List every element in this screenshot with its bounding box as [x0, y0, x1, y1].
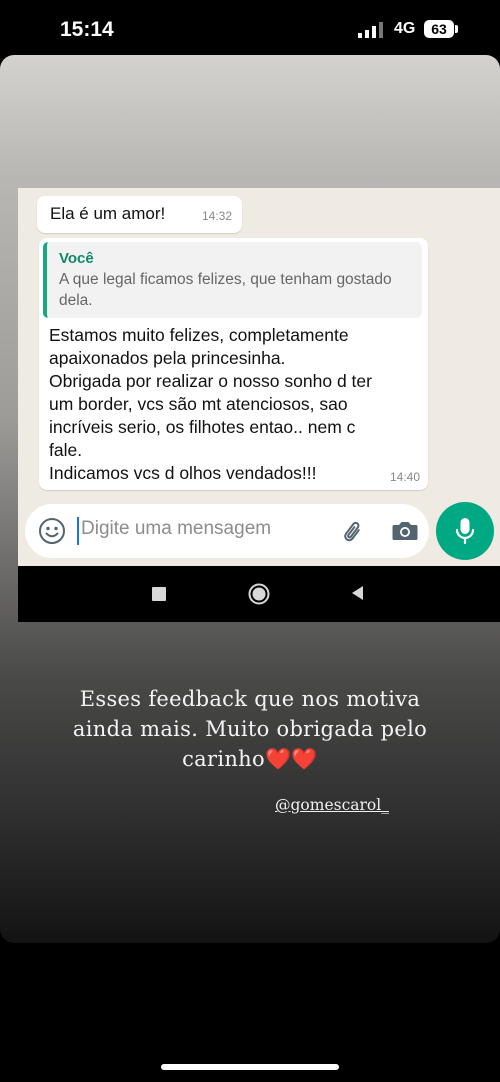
mention-tag[interactable]: @gomescarol_ [275, 796, 389, 814]
status-time: 15:14 [60, 18, 114, 41]
message-text: Ela é um amor! [50, 204, 166, 223]
paperclip-icon[interactable] [339, 518, 367, 546]
battery-icon: 63 [424, 20, 454, 38]
caption-text: carinho [182, 747, 265, 771]
home-indicator[interactable] [161, 1064, 339, 1070]
message-line: incríveis serio, os filhotes entao.. nem… [49, 417, 356, 437]
mic-button[interactable] [436, 502, 494, 560]
caption-line: Esses feedback que nos motiva [79, 687, 421, 711]
emoji-icon[interactable] [38, 517, 66, 545]
quote-author: Você [59, 250, 94, 267]
message-time: 14:40 [389, 470, 420, 484]
message-line: fale. [49, 440, 83, 460]
story-caption: Esses feedback que nos motiva ainda mais… [0, 684, 500, 774]
android-nav-bar [18, 566, 500, 622]
caption-line: ainda mais. Muito obrigada pelo [72, 717, 428, 741]
message-line: Indicamos vcs d olhos vendados!!! [49, 463, 317, 483]
message-bubble: Você A que legal ficamos felizes, que te… [39, 238, 428, 490]
signal-icon [358, 22, 386, 38]
quote-text: A que legal ficamos felizes, que tenham … [59, 271, 392, 309]
message-line: apaixonados pela princesinha. [49, 348, 286, 368]
message-line: Obrigada por realizar o nosso sonho d te… [49, 371, 372, 391]
message-time: 14:32 [201, 209, 232, 223]
message-input[interactable] [81, 518, 311, 540]
network-type: 4G [394, 20, 416, 37]
microphone-icon [453, 516, 477, 546]
heart-emoji: ❤️❤️ [264, 747, 318, 771]
chat-screenshot: Ela é um amor! 14:32 Você A que legal fi… [18, 188, 500, 566]
home-button[interactable] [248, 583, 270, 605]
camera-icon[interactable] [391, 519, 419, 543]
message-bubble: Ela é um amor! 14:32 [37, 196, 242, 233]
message-line: um border, vcs são mt atenciosos, sao [49, 394, 348, 414]
back-button[interactable] [349, 584, 365, 602]
recents-button[interactable] [152, 587, 166, 601]
message-text: Estamos muito felizes, completamente apa… [49, 324, 409, 485]
caption-line: carinho❤️❤️ [0, 744, 500, 774]
quoted-message[interactable]: Você A que legal ficamos felizes, que te… [43, 242, 422, 318]
message-input-bar [25, 504, 429, 558]
message-line: Estamos muito felizes, completamente [49, 325, 349, 345]
battery-tip [455, 25, 458, 33]
text-caret [77, 517, 79, 545]
